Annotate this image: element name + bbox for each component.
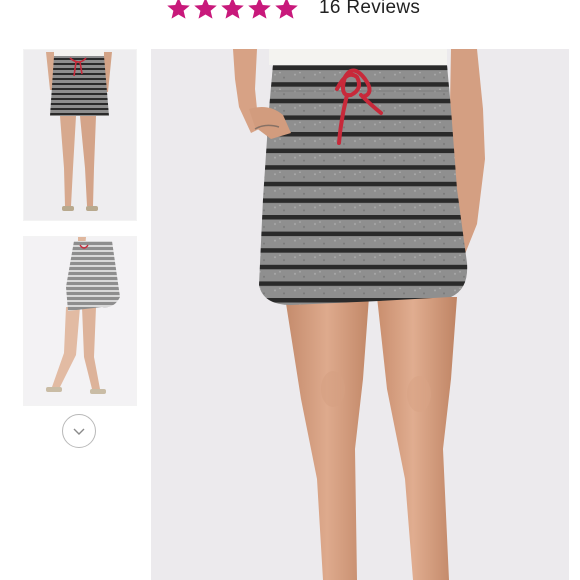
review-count-link[interactable]: 16 Reviews bbox=[319, 0, 420, 19]
main-product-image[interactable] bbox=[151, 49, 569, 580]
striped-skirt-product-photo bbox=[151, 49, 569, 580]
star-icon bbox=[221, 0, 244, 19]
rating-row: 16 Reviews bbox=[166, 0, 420, 23]
product-side-view-thumbnail bbox=[24, 237, 136, 405]
star-icon bbox=[275, 0, 298, 19]
more-thumbnails-button[interactable] bbox=[62, 414, 96, 448]
thumbnail-front-view[interactable] bbox=[23, 49, 137, 221]
product-front-view-thumbnail bbox=[24, 50, 136, 220]
star-icon bbox=[248, 0, 271, 19]
chevron-down-icon bbox=[73, 428, 85, 435]
star-icon bbox=[167, 0, 190, 19]
star-icon bbox=[194, 0, 217, 19]
thumbnail-side-view[interactable] bbox=[23, 236, 137, 406]
star-rating[interactable] bbox=[166, 0, 299, 21]
